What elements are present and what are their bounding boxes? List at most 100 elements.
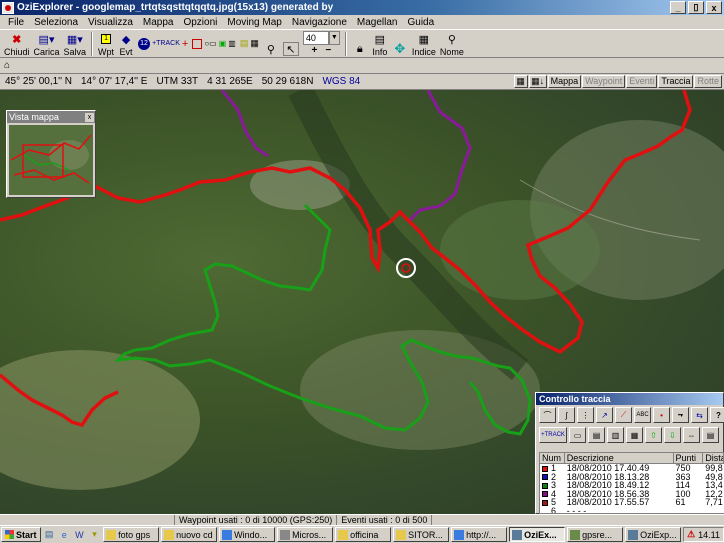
track-list[interactable]: Num Descrizione Punti Dista 1 18/08/2010 … [539, 452, 724, 514]
close-icon[interactable]: x [85, 112, 94, 122]
grid-toggle-icon[interactable]: ▦ [513, 75, 528, 88]
line-tool-button[interactable]: ⋮ [577, 407, 594, 423]
menu-options[interactable]: Opzioni [183, 17, 217, 28]
menu-select[interactable]: Seleziona [34, 17, 78, 28]
column-points[interactable]: Punti [673, 453, 704, 464]
track-row[interactable]: 2 18/08/2010 18.13.28 363 49,8 [540, 473, 724, 481]
track-panel-title[interactable]: Controllo traccia [536, 393, 723, 405]
properties-button[interactable]: ▦ [626, 427, 643, 443]
track-row[interactable]: 5 18/08/2010 17.55.57 61 7,71 [540, 498, 724, 507]
menu-map[interactable]: Mappa [143, 17, 174, 28]
menu-file[interactable]: File [8, 17, 24, 28]
quicklaunch-desktop-icon[interactable]: ▤ [43, 528, 56, 542]
track-color-swatch[interactable] [542, 482, 548, 489]
lock-button[interactable]: 🔒︎ [350, 30, 370, 57]
taskbar-button[interactable]: OziEx... [509, 527, 566, 542]
info-button[interactable]: ▤ Info [370, 30, 390, 58]
move-down-button[interactable]: ⇩ [664, 427, 681, 443]
minimap-view[interactable] [9, 125, 93, 195]
index-button[interactable]: ▦ Indice [410, 30, 438, 58]
minimap-window[interactable]: Vista mappa x [6, 110, 96, 198]
dropdown-tool-button[interactable]: •▾ [672, 407, 689, 423]
split-tool-button[interactable]: ↗ [596, 407, 613, 423]
draw-icon[interactable]: ○▭ [204, 39, 216, 48]
save-track-button[interactable]: ▤ [588, 427, 605, 443]
label-tool-button[interactable]: ABC [634, 407, 651, 423]
ruler-icon[interactable]: ⌂ [4, 60, 10, 71]
taskbar-button[interactable]: officina [335, 527, 392, 542]
track-color-swatch[interactable] [542, 491, 548, 498]
taskbar-button[interactable]: foto gps [103, 527, 160, 542]
list-track-button[interactable]: ▥ [607, 427, 624, 443]
move-button[interactable]: ✥ [390, 30, 410, 57]
track-color-swatch[interactable] [542, 474, 548, 481]
menu-view[interactable]: Visualizza [88, 17, 133, 28]
taskbar-button[interactable]: Windo... [219, 527, 276, 542]
taskbar-button[interactable]: Micros... [277, 527, 334, 542]
swap-button[interactable]: ⇔ [683, 427, 700, 443]
load-button[interactable]: ▤▾ Carica [32, 30, 62, 58]
track-row[interactable]: 6 - - - - [540, 507, 724, 514]
track-control-panel[interactable]: Controllo traccia ⌒ ∫ ⋮ ↗ ⟋ ABC • •▾ ⇆ ?… [535, 392, 724, 514]
track-row[interactable]: 3 18/08/2010 18.49.12 114 13,4 [540, 481, 724, 490]
close-map-button[interactable]: ✖ Chiudi [2, 30, 32, 58]
help-button[interactable]: ? [710, 407, 724, 423]
event-button[interactable]: ◆ Evt [116, 30, 136, 58]
maximize-button[interactable]: ▯ [688, 1, 704, 14]
track-icon[interactable]: +TRACK [152, 40, 180, 47]
taskbar-button[interactable]: gpsre... [567, 527, 624, 542]
mode-routes-button[interactable]: Rotte [694, 75, 722, 88]
column-distance[interactable]: Dista [703, 453, 724, 464]
quicklaunch-word-icon[interactable]: W [73, 528, 86, 542]
move-up-button[interactable]: ⇧ [645, 427, 662, 443]
quicklaunch-ie-icon[interactable]: e [58, 528, 71, 542]
show-track-button[interactable]: ⌒ [539, 407, 556, 423]
mode-events-button[interactable]: Eventi [626, 75, 658, 88]
save-down-icon[interactable]: ▦↓ [528, 75, 547, 88]
taskbar-button[interactable]: OziExp... [625, 527, 682, 542]
curve-tool-button[interactable]: ∫ [558, 407, 575, 423]
track-color-swatch[interactable] [542, 499, 548, 506]
select-icon[interactable] [192, 38, 203, 49]
add-track-button[interactable]: +TRACK [539, 427, 567, 443]
layer-icon[interactable]: ▦ [250, 38, 259, 49]
mode-map-button[interactable]: Mappa [547, 75, 582, 88]
track-line-purple[interactable] [220, 90, 269, 158]
menu-help[interactable]: Guida [407, 17, 434, 28]
zoom-select[interactable]: 40 [302, 31, 329, 45]
column-description[interactable]: Descrizione [564, 453, 674, 464]
track-row[interactable]: 1 18/08/2010 17.40.49 750 99,8 [540, 464, 724, 473]
taskbar-button[interactable]: http://... [451, 527, 508, 542]
tray-pdf-icon[interactable]: ⚠ [687, 529, 695, 540]
mode-waypoint-button[interactable]: Waypoint [582, 75, 626, 88]
close-button[interactable]: x [706, 1, 722, 14]
chevron-down-icon[interactable]: ▼ [328, 31, 340, 45]
minimize-button[interactable]: _ [670, 1, 686, 14]
grid-icon[interactable]: ▥ [228, 39, 236, 48]
menu-navigation[interactable]: Navigazione [292, 17, 347, 28]
clock[interactable]: 14.11 [698, 530, 720, 540]
zoom-find-button[interactable]: ⚲ [261, 30, 281, 57]
minimap-titlebar[interactable]: Vista mappa x [7, 111, 95, 123]
track-row[interactable]: 4 18/08/2010 18.56.38 100 12,2 [540, 490, 724, 498]
name-button[interactable]: ⚲ Nome [438, 30, 466, 58]
menu-moving-map[interactable]: Moving Map [227, 17, 281, 28]
route-number-icon[interactable]: 12 [138, 37, 151, 50]
track-color-swatch[interactable] [542, 465, 548, 472]
taskbar-button[interactable]: SITOR... [393, 527, 450, 542]
mode-track-button[interactable]: Traccia [658, 75, 694, 88]
ruler-tool-button[interactable]: ▭ [569, 427, 586, 443]
pointer-button[interactable]: ↖ [281, 30, 301, 57]
path-tool-button[interactable]: ⟋ [615, 407, 632, 423]
taskbar-button[interactable]: nuovo cd [161, 527, 218, 542]
more-button[interactable]: ▤ [702, 427, 719, 443]
zoom-out-icon[interactable]: − [325, 45, 331, 56]
plus-icon[interactable]: + [182, 38, 188, 50]
edit-tool-button[interactable]: ⇆ [691, 407, 708, 423]
start-button[interactable]: Start [1, 527, 41, 542]
quicklaunch-app-icon[interactable]: ▾ [88, 528, 101, 542]
column-num[interactable]: Num [540, 453, 565, 464]
zoom-in-icon[interactable]: + [312, 45, 318, 56]
point-tool-button[interactable]: • [653, 407, 670, 423]
save-button[interactable]: ▦▾ Salva [62, 30, 89, 58]
